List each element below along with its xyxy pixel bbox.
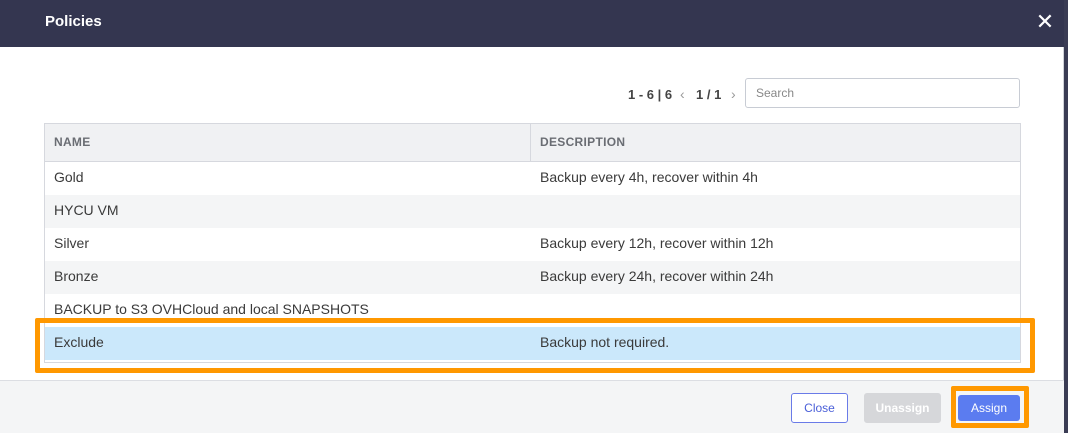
table-row[interactable]: Bronze Backup every 24h, recover within …	[45, 261, 1020, 294]
cell-name: Bronze	[54, 268, 99, 284]
table-row[interactable]: Silver Backup every 12h, recover within …	[45, 228, 1020, 261]
cell-description: Backup every 24h, recover within 24h	[540, 268, 774, 284]
unassign-button[interactable]: Unassign	[864, 393, 941, 423]
cell-name: HYCU VM	[54, 202, 119, 218]
cell-description: Backup every 12h, recover within 12h	[540, 235, 774, 251]
table-header: NAME DESCRIPTION	[45, 124, 1020, 162]
cell-name: Silver	[54, 235, 90, 251]
pagination-page: 1 / 1	[696, 87, 722, 102]
pagination-range: 1 - 6 | 6	[628, 87, 673, 102]
cell-name: Gold	[54, 169, 84, 185]
chevron-left-icon[interactable]: ‹	[680, 86, 685, 102]
table-row[interactable]: BACKUP to S3 OVHCloud and local SNAPSHOT…	[45, 294, 1020, 327]
table-row-selected[interactable]: Exclude Backup not required.	[45, 327, 1020, 360]
search-input[interactable]	[745, 78, 1020, 108]
column-header-description[interactable]: DESCRIPTION	[531, 124, 1020, 162]
chevron-right-icon[interactable]: ›	[731, 86, 736, 102]
cell-description: Backup every 4h, recover within 4h	[540, 169, 758, 185]
dialog-header: Policies ✕	[0, 0, 1064, 47]
cell-description: Backup not required.	[540, 334, 670, 350]
table-row[interactable]: Gold Backup every 4h, recover within 4h	[45, 162, 1020, 195]
cell-name: BACKUP to S3 OVHCloud and local SNAPSHOT…	[54, 301, 369, 317]
close-button[interactable]: Close	[791, 393, 848, 423]
assign-button[interactable]: Assign	[958, 395, 1020, 421]
column-header-name[interactable]: NAME	[45, 124, 531, 162]
policies-dialog: Policies ✕ 1 - 6 | 6 ‹ 1 / 1 › NAME DESC…	[0, 0, 1064, 433]
table-row[interactable]: HYCU VM	[45, 195, 1020, 228]
dialog-title: Policies	[45, 13, 102, 30]
cell-name: Exclude	[54, 334, 104, 350]
close-icon[interactable]: ✕	[1033, 9, 1057, 35]
dialog-footer: Close Unassign Assign	[0, 380, 1064, 433]
policies-table: NAME DESCRIPTION Gold Backup every 4h, r…	[44, 123, 1021, 363]
window-edge	[1064, 0, 1068, 433]
